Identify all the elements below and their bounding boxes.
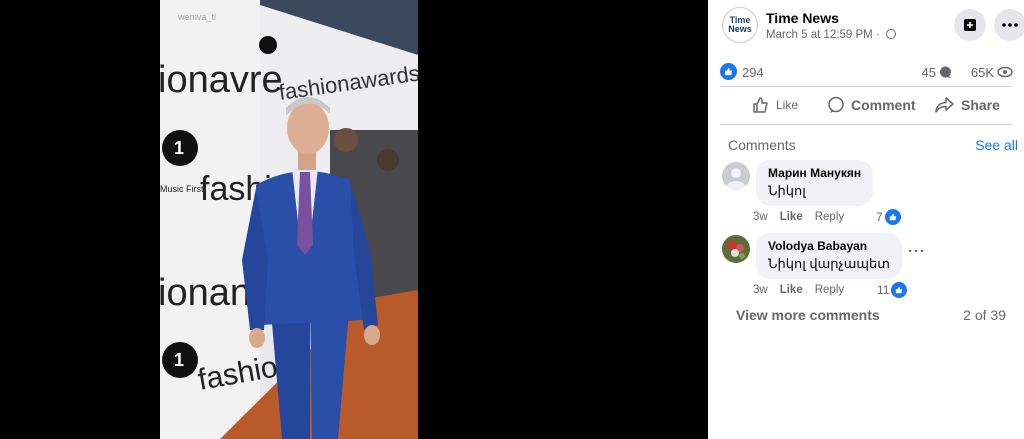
comment-options-button[interactable]: ··· bbox=[908, 243, 926, 260]
comment-likes-number: 7 bbox=[876, 210, 883, 224]
like-reaction-icon bbox=[891, 282, 908, 298]
comment-author[interactable]: Марин Манукян bbox=[768, 166, 861, 180]
share-label: Share bbox=[961, 97, 1000, 113]
view-more-comments-link[interactable]: View more comments bbox=[736, 307, 880, 323]
comment-text: Նիկոլ bbox=[768, 183, 806, 198]
thumbs-up-icon bbox=[753, 97, 768, 113]
backdrop-text-2: ionavre bbox=[160, 59, 283, 101]
post-actions: Like Comment Share bbox=[720, 90, 1012, 118]
svg-text:1: 1 bbox=[174, 350, 184, 370]
comment-button[interactable]: Comment bbox=[827, 94, 916, 116]
comment-label: Comment bbox=[851, 97, 916, 113]
avatar[interactable] bbox=[722, 235, 750, 263]
timestamp-separator: · bbox=[872, 29, 883, 41]
media-viewer: ionavre fashionawards fashi ionanc fashi… bbox=[0, 0, 708, 439]
comment-meta: 3w Like Reply bbox=[753, 211, 856, 223]
comment-icon bbox=[828, 96, 844, 113]
post-stats: 294 45 65K bbox=[720, 62, 1016, 82]
logo-text-bottom: News bbox=[728, 24, 752, 34]
post-header: Time News Time News March 5 at 12:59 PM · bbox=[722, 7, 1024, 47]
page-name[interactable]: Time News bbox=[766, 10, 839, 26]
comment-count[interactable]: 45 bbox=[922, 65, 936, 80]
post-photo[interactable]: ionavre fashionawards fashi ionanc fashi… bbox=[160, 0, 418, 439]
comment-text: Նիկոլ վարչապետ bbox=[768, 256, 890, 271]
like-button[interactable]: Like bbox=[752, 94, 798, 116]
divider bbox=[720, 86, 1012, 87]
post-timestamp[interactable]: March 5 at 12:59 PM · bbox=[766, 29, 896, 41]
more-options-button[interactable] bbox=[994, 9, 1024, 41]
comment-bubble: Volodya Babayan Նիկոլ վարչապետ bbox=[756, 233, 902, 279]
comment-reply-button[interactable]: Reply bbox=[815, 284, 844, 296]
save-post-button[interactable] bbox=[954, 9, 986, 41]
comment-pager: 2 of 39 bbox=[963, 307, 1006, 323]
view-count: 65K bbox=[970, 65, 994, 80]
comment-likes-number: 11 bbox=[877, 283, 890, 297]
post-sidebar: Time News Time News March 5 at 12:59 PM ·… bbox=[708, 0, 1024, 439]
photo-watermark: wemva_tl bbox=[177, 12, 216, 22]
svg-text:1: 1 bbox=[174, 138, 184, 158]
comment-bubble-icon bbox=[940, 66, 951, 78]
eye-icon bbox=[997, 66, 1013, 78]
share-arrow-icon bbox=[935, 97, 954, 113]
comments-heading: Comments bbox=[728, 137, 796, 153]
comment-like-count[interactable]: 11 bbox=[877, 282, 908, 298]
comment-like-button[interactable]: Like bbox=[780, 284, 803, 296]
photo-image: ionavre fashionawards fashi ionanc fashi… bbox=[160, 0, 418, 439]
like-reaction-icon bbox=[720, 63, 737, 80]
comment-like-button[interactable]: Like bbox=[780, 211, 803, 223]
comment-author[interactable]: Volodya Babayan bbox=[768, 239, 890, 253]
comment-reply-button[interactable]: Reply bbox=[815, 211, 844, 223]
comment-like-count[interactable]: 7 bbox=[876, 209, 901, 225]
like-label: Like bbox=[776, 98, 799, 112]
backdrop-tagline: Music First bbox=[160, 184, 204, 194]
comment-bubble: Марин Манукян Նիկոլ bbox=[756, 160, 874, 206]
avatar[interactable] bbox=[722, 162, 750, 190]
globe-icon bbox=[885, 29, 896, 39]
divider bbox=[720, 124, 1012, 125]
bookmark-plus-icon bbox=[964, 19, 976, 31]
reaction-count[interactable]: 294 bbox=[742, 65, 764, 80]
flower-avatar-icon bbox=[722, 235, 750, 263]
ellipsis-icon bbox=[1002, 23, 1018, 27]
see-all-link[interactable]: See all bbox=[975, 137, 1018, 153]
timestamp-text: March 5 at 12:59 PM bbox=[766, 29, 873, 41]
default-avatar-icon bbox=[722, 162, 750, 190]
comment-meta: 3w Like Reply bbox=[753, 284, 856, 296]
page-avatar[interactable]: Time News bbox=[722, 7, 758, 43]
comment-age[interactable]: 3w bbox=[753, 211, 768, 223]
like-reaction-icon bbox=[884, 209, 901, 225]
share-button[interactable]: Share bbox=[935, 94, 1000, 116]
comment-age[interactable]: 3w bbox=[753, 284, 768, 296]
